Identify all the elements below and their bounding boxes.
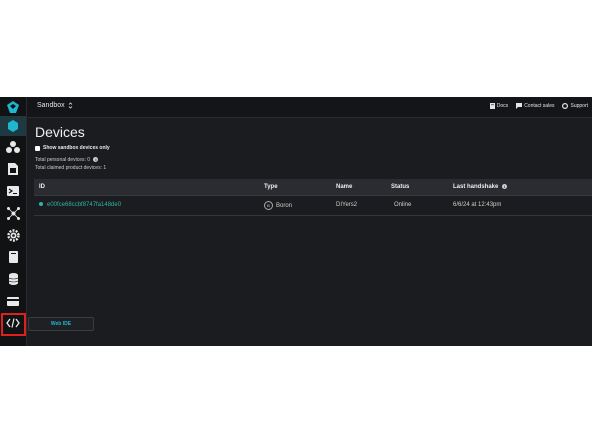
support-label: Support xyxy=(570,103,588,109)
org-name: Sandbox xyxy=(37,102,65,109)
device-status: Online xyxy=(394,202,412,208)
claimed-devices-count: Total claimed product devices: 1 xyxy=(35,165,107,171)
sandbox-only-toggle[interactable]: Show sandbox devices only xyxy=(35,145,110,151)
app-window: Sandbox Docs Contact sales Support Devic… xyxy=(0,97,592,346)
database-icon xyxy=(8,273,18,285)
column-type[interactable]: Type xyxy=(264,184,278,190)
sidebar-item-sims[interactable] xyxy=(0,159,26,179)
billing-icon xyxy=(8,251,18,263)
device-counts: Total personal devices: 0 i Total claime… xyxy=(35,156,106,172)
integrations-icon xyxy=(6,206,20,220)
boron-icon: B xyxy=(264,201,273,210)
column-status[interactable]: Status xyxy=(391,184,409,190)
sidebar-item-devices[interactable] xyxy=(0,116,26,136)
sidebar-item-billing[interactable] xyxy=(0,247,26,267)
sandbox-checkbox[interactable] xyxy=(35,145,40,151)
table-row[interactable]: e00fce68ccbf8747fa148de0 B Boron DIYers2 … xyxy=(34,196,592,216)
org-switcher[interactable]: Sandbox xyxy=(37,102,73,109)
online-status-dot xyxy=(39,202,43,207)
device-id-cell[interactable]: e00fce68ccbf8747fa148de0 xyxy=(39,202,121,208)
highlight-box xyxy=(1,313,26,336)
console-icon xyxy=(7,186,19,196)
column-id[interactable]: ID xyxy=(39,184,45,190)
column-last-handshake[interactable]: Last handshake i xyxy=(453,184,508,191)
card-icon xyxy=(7,296,19,306)
sidebar xyxy=(0,97,27,346)
sandbox-toggle-label: Show sandbox devices only xyxy=(43,145,110,151)
info-icon[interactable]: i xyxy=(502,184,508,189)
support-icon xyxy=(562,103,569,109)
settings-icon xyxy=(6,228,20,242)
products-icon xyxy=(6,141,20,153)
docs-icon xyxy=(489,103,495,109)
info-icon[interactable]: i xyxy=(93,157,99,163)
devices-icon xyxy=(8,120,18,132)
chevron-updown-icon xyxy=(68,102,72,109)
sidebar-item-products[interactable] xyxy=(0,137,26,157)
sidebar-item-integrations[interactable] xyxy=(0,203,26,223)
personal-devices-count: Total personal devices: 0 xyxy=(35,157,91,163)
support-link[interactable]: Support xyxy=(562,103,588,109)
sidebar-item-card[interactable] xyxy=(0,291,26,311)
device-id: e00fce68ccbf8747fa148de0 xyxy=(47,202,122,208)
sidebar-item-settings[interactable] xyxy=(0,225,26,245)
column-name[interactable]: Name xyxy=(336,184,352,190)
device-type: Boron xyxy=(276,203,293,210)
table-header: ID Type Name Status Last handshake i xyxy=(34,179,592,196)
device-name: DIYers2 xyxy=(336,202,358,208)
devices-table: ID Type Name Status Last handshake i e00… xyxy=(34,179,592,216)
sidebar-item-console[interactable] xyxy=(0,181,26,201)
last-handshake-label: Last handshake xyxy=(453,184,499,191)
contact-sales-label: Contact sales xyxy=(524,103,555,109)
web-ide-tooltip: Web IDE xyxy=(28,317,94,331)
device-last-handshake: 6/6/24 at 12:43pm xyxy=(453,202,502,208)
chat-icon xyxy=(516,103,523,109)
particle-logo-icon[interactable] xyxy=(0,97,26,117)
sidebar-item-database[interactable] xyxy=(0,269,26,289)
docs-link[interactable]: Docs xyxy=(489,103,509,109)
page-title: Devices xyxy=(35,124,85,140)
device-type-cell: B Boron xyxy=(264,201,292,210)
contact-sales-link[interactable]: Contact sales xyxy=(516,103,554,109)
docs-label: Docs xyxy=(496,103,509,109)
top-bar: Sandbox Docs Contact sales Support xyxy=(27,97,592,118)
sim-card-icon xyxy=(8,163,18,175)
